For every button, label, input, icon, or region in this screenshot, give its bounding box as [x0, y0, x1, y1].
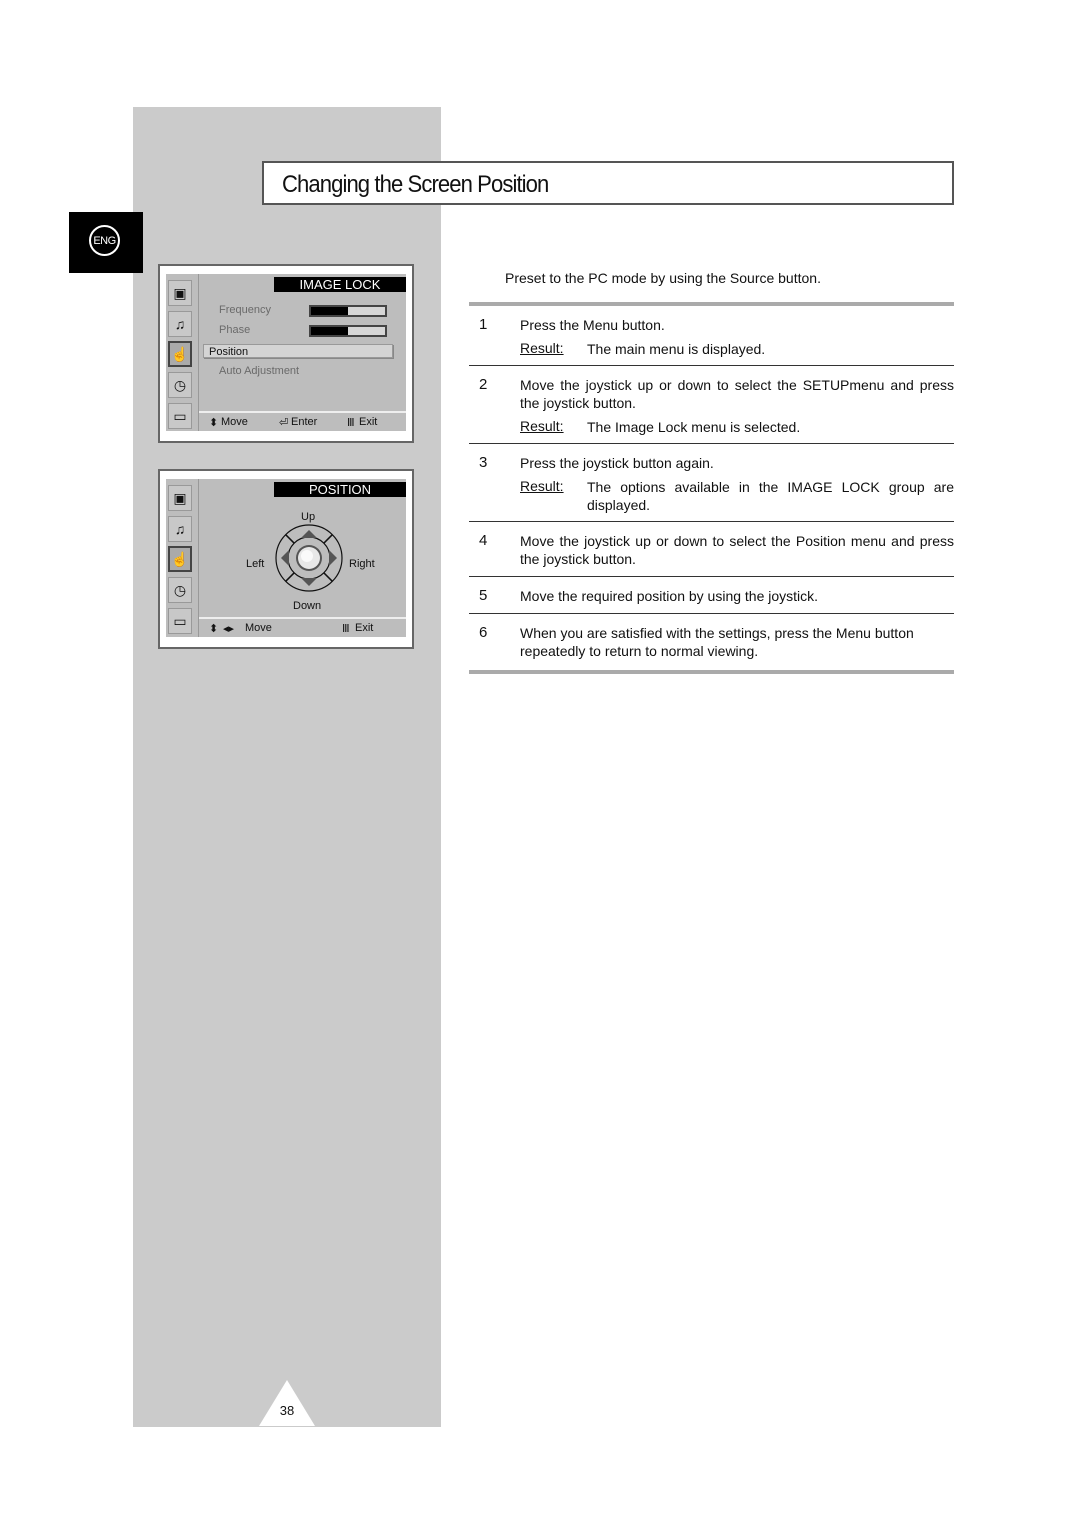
divider — [469, 521, 954, 522]
osd-header: POSITION — [274, 482, 406, 497]
step-text: When you are satisfied with the settings… — [520, 625, 914, 659]
result-text: The Image Lock menu is selected. — [587, 419, 801, 435]
divider — [469, 576, 954, 577]
sound-icon: ♫ — [168, 516, 192, 542]
result-label: Result: — [520, 478, 564, 494]
menu-item-position: Position — [203, 344, 393, 358]
menu-icon: Ⅲ — [342, 623, 350, 635]
arrow-left-icon — [281, 550, 289, 566]
updown-arrow-icon: ⬍ — [209, 623, 219, 635]
step-4: 4 Move the joystick up or down to select… — [469, 532, 954, 578]
setup-icon: ☝ — [168, 341, 192, 367]
step-text: Press the joystick button again. — [520, 455, 714, 471]
osd-tab-column: ▣ ♫ ☝ ◷ ▭ — [166, 274, 196, 431]
menu-item-auto-adjustment: Auto Adjustment — [219, 365, 300, 377]
step-2: 2 Move the joystick up or down to select… — [469, 376, 954, 444]
arrow-down-icon — [301, 578, 317, 586]
divider — [469, 670, 954, 674]
phase-bar — [309, 325, 387, 337]
osd-footer: ⬍ ◂▸ Move Ⅲ Exit — [199, 617, 406, 637]
step-number: 6 — [479, 624, 488, 641]
frequency-bar-fill — [311, 307, 348, 315]
step-number: 2 — [479, 376, 488, 393]
step-1: 1 Press the Menu button. Result: The mai… — [469, 316, 954, 366]
pip-icon: ▭ — [168, 403, 192, 429]
divider — [469, 613, 954, 614]
result-label: Result: — [520, 418, 564, 434]
step-text: Press the Menu button. — [520, 317, 665, 333]
step-3: 3 Press the joystick button again. Resul… — [469, 454, 954, 522]
page-number: 38 — [279, 1403, 295, 1418]
step-number: 5 — [479, 587, 488, 604]
menu-item-frequency: Frequency — [219, 304, 271, 316]
step-number: 4 — [479, 532, 488, 549]
language-badge-label: ENG — [89, 225, 120, 256]
leftright-arrow-icon: ◂▸ — [223, 623, 235, 635]
frequency-bar — [309, 305, 387, 317]
picture-icon: ▣ — [168, 280, 192, 306]
enter-icon: ⏎ — [279, 417, 289, 429]
divider — [469, 302, 954, 306]
result-text: The options available in the IMAGE LOCK … — [587, 479, 954, 513]
osd-position: ▣ ♫ ☝ ◷ ▭ POSITION Up Left Right Down ⬍ … — [158, 469, 414, 649]
page-title: Changing the Screen Position — [282, 171, 549, 198]
picture-icon: ▣ — [168, 485, 192, 511]
direction-left-label: Left — [246, 558, 265, 570]
title-box: Changing the Screen Position — [262, 161, 954, 205]
step-6: 6 When you are satisfied with the settin… — [469, 624, 954, 670]
osd-tab-column: ▣ ♫ ☝ ◷ ▭ — [166, 479, 196, 637]
divider — [469, 365, 954, 366]
step-number: 1 — [479, 316, 488, 333]
menu-icon: Ⅲ — [347, 417, 355, 429]
osd-footer: ⬍ Move ⏎ Enter Ⅲ Exit — [199, 411, 406, 431]
step-number: 3 — [479, 454, 488, 471]
result-label: Result: — [520, 340, 564, 356]
phase-bar-fill — [311, 327, 348, 335]
timer-icon: ◷ — [168, 577, 192, 603]
direction-up-label: Up — [301, 511, 316, 523]
setup-icon: ☝ — [168, 546, 192, 572]
step-text: Move the joystick up or down to select t… — [520, 533, 954, 567]
result-text: The main menu is displayed. — [587, 341, 766, 357]
footer-move: Move — [245, 622, 272, 634]
pip-icon: ▭ — [168, 608, 192, 634]
footer-exit: Exit — [355, 622, 374, 634]
joystick-icon — [275, 524, 343, 592]
language-badge: ENG — [69, 212, 143, 273]
direction-down-label: Down — [293, 600, 322, 612]
step-5: 5 Move the required position by using th… — [469, 587, 954, 613]
updown-arrow-icon: ⬍ — [209, 417, 219, 429]
sound-icon: ♫ — [168, 311, 192, 337]
timer-icon: ◷ — [168, 372, 192, 398]
footer-exit: Exit — [359, 416, 378, 428]
osd-image-lock: ▣ ♫ ☝ ◷ ▭ IMAGE LOCK Frequency Phase Pos… — [158, 264, 414, 443]
menu-item-phase: Phase — [219, 324, 251, 336]
intro-text: Preset to the PC mode by using the Sourc… — [505, 270, 821, 286]
footer-move: Move — [221, 416, 248, 428]
osd-header: IMAGE LOCK — [274, 277, 406, 292]
arrow-right-icon — [329, 550, 337, 566]
arrow-up-icon — [301, 530, 317, 538]
footer-enter: Enter — [291, 416, 318, 428]
divider — [469, 443, 954, 444]
direction-right-label: Right — [349, 558, 375, 570]
step-text: Move the required position by using the … — [520, 588, 819, 604]
step-text: Move the joystick up or down to select t… — [520, 377, 954, 411]
